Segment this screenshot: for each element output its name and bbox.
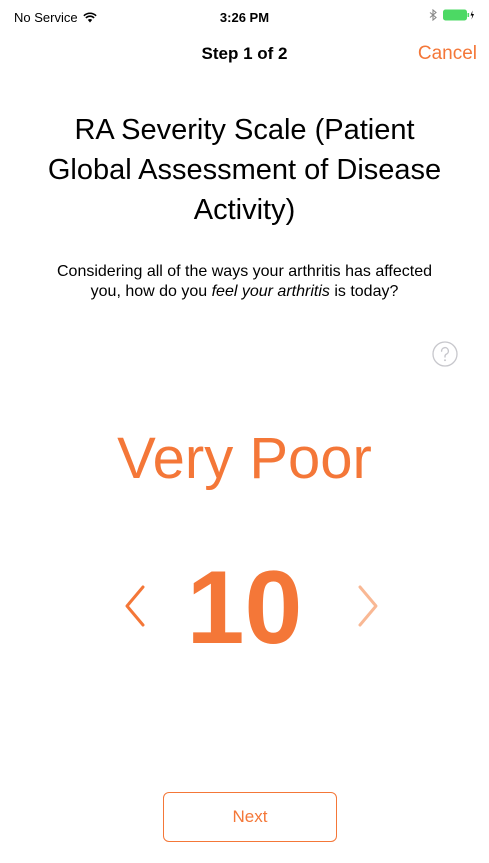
- rating-stepper: 10: [0, 548, 489, 668]
- increment-button[interactable]: [348, 584, 388, 634]
- rating-label: Very Poor: [117, 426, 372, 491]
- status-indicators: [429, 9, 475, 21]
- bluetooth-icon: [429, 9, 437, 21]
- next-button[interactable]: Next: [163, 792, 337, 842]
- question-text-emphasis: feel your arthritis: [211, 283, 330, 300]
- question-text-end: is today?: [329, 283, 399, 300]
- step-indicator: Step 1 of 2: [201, 44, 288, 63]
- status-bar: No Service 3:26 PM: [0, 0, 489, 38]
- battery-charging-icon: [443, 9, 475, 21]
- question-text: Considering all of the ways your arthrit…: [40, 262, 449, 302]
- question-title: RA Severity Scale (Patient Global Assess…: [47, 114, 442, 226]
- status-time: 3:26 PM: [219, 10, 270, 25]
- rating-value: 10: [186, 550, 303, 666]
- chevron-right-icon: [348, 584, 388, 628]
- cancel-button[interactable]: Cancel: [418, 43, 477, 65]
- question-mark-circle-icon[interactable]: [432, 341, 458, 367]
